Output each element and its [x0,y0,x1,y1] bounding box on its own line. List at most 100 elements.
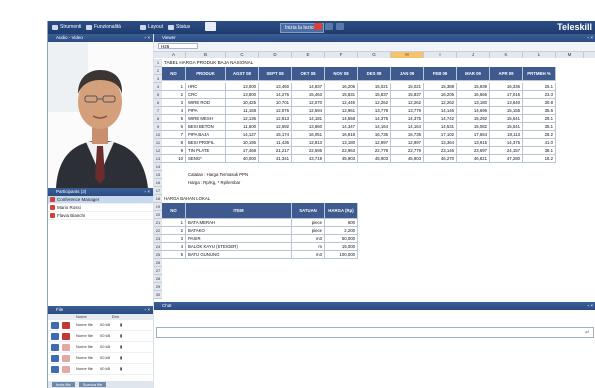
cell[interactable]: 15,292 [457,115,490,123]
cell[interactable]: 13,180 [325,139,358,147]
download-file-button[interactable]: Scarica file [78,382,107,387]
cell[interactable]: 3 [162,99,186,107]
cell[interactable]: m3 [292,235,325,243]
menu-strumenti[interactable]: Strumenti [52,24,81,30]
cell[interactable]: 23.3 [523,91,556,99]
cell[interactable]: 15,837 [358,91,391,99]
participant-item[interactable]: Conference Manager [48,196,153,204]
cell[interactable]: 17,016 [490,91,523,99]
cell[interactable]: 22,779 [391,147,424,155]
cell[interactable]: 46,270 [424,155,457,163]
row-header[interactable]: 19 [154,203,162,211]
cell[interactable]: 14,146 [424,107,457,115]
file-row[interactable]: Nome file 00 kB ▮ [48,364,153,375]
cell[interactable]: 12,262 [358,99,391,107]
row-header[interactable]: 22 [154,227,162,235]
column-header[interactable]: D [259,52,292,58]
cell[interactable]: 23,697 [457,147,490,155]
cell[interactable]: DES 08 [358,67,391,81]
cell[interactable]: 13,640 [490,99,523,107]
cell[interactable]: m [292,243,325,251]
download-icon[interactable]: ▮ [120,364,122,374]
cell[interactable]: 13,800 [226,91,259,99]
cell[interactable]: OKT 08 [292,67,325,81]
cell[interactable]: 14,375 [358,115,391,123]
cell[interactable]: 12,997 [391,139,424,147]
cell[interactable]: 14,837 [292,83,325,91]
row-header[interactable]: 18 [154,195,162,203]
cell[interactable]: HARGA BAHAN LOKAL [162,195,294,203]
row-header[interactable]: 15 [154,171,162,179]
cell[interactable]: 15,082 [457,123,490,131]
cell[interactable]: 35.6 [523,107,556,115]
cell[interactable]: 15,837 [391,91,424,99]
cell[interactable]: 14,558 [325,115,358,123]
column-header[interactable]: J [457,52,490,58]
column-header[interactable]: H [391,52,424,58]
cell[interactable]: 23,146 [424,147,457,155]
column-header[interactable]: K [490,52,523,58]
cell[interactable]: 14,531 [424,123,457,131]
cell[interactable]: 47,280 [490,155,523,163]
cell[interactable]: 16,735 [358,131,391,139]
cell[interactable]: 50,000 [325,235,358,243]
cell[interactable]: 28.2 [523,131,556,139]
cell[interactable]: FEB 09 [424,67,457,81]
row-header[interactable]: 29 [154,283,162,291]
cell[interactable]: 13,860 [292,123,325,131]
cell[interactable]: 12,070 [292,99,325,107]
panel-controls-icon[interactable]: ▫ × [588,302,593,310]
cell[interactable]: 13,000 [226,83,259,91]
cell[interactable]: 12,446 [325,99,358,107]
cell[interactable]: 12,136 [226,115,259,123]
stop-icon[interactable] [325,23,333,30]
cell[interactable]: NOV 08 [325,67,358,81]
cell[interactable]: 16,336 [490,83,523,91]
cell[interactable]: 13,779 [391,107,424,115]
cell[interactable]: 18,113 [490,131,523,139]
cell-reference-field[interactable]: H26 [158,43,198,49]
column-header[interactable]: I [424,52,457,58]
cell[interactable]: 14,375 [490,139,523,147]
cell[interactable]: 15,155 [490,107,523,115]
column-header[interactable]: G [358,52,391,58]
cell[interactable]: HARGA (Rp) [325,203,358,219]
row-header[interactable]: 16 [154,179,162,187]
cell[interactable]: CRC [186,91,226,99]
panel-controls-icon[interactable]: ▫ × [145,188,150,196]
cell[interactable]: 14,375 [391,115,424,123]
cell[interactable]: 16,566 [457,91,490,99]
row-header[interactable]: 24 [154,243,162,251]
cell[interactable]: 17,468 [226,147,259,155]
participant-item[interactable]: Mario Rossi [48,204,153,212]
download-icon[interactable]: ▮ [120,320,122,330]
row-header[interactable]: 27 [154,267,162,275]
row-header[interactable]: 4 [154,83,162,91]
cell[interactable]: 14,696 [457,107,490,115]
cell[interactable]: 16,051 [292,131,325,139]
cell[interactable]: 15,641 [490,115,523,123]
cell[interactable]: 45,903 [391,155,424,163]
row-header[interactable]: 7 [154,107,162,115]
cell[interactable]: 1 [162,219,186,227]
file-row[interactable]: Nome file 00 kB ▮ [48,320,153,331]
cell[interactable]: WIRE ROD [186,99,226,107]
cell[interactable]: HRC [186,83,226,91]
panel-controls-icon[interactable]: ▫ × [588,34,593,42]
cell[interactable]: 13,180 [457,99,490,107]
record-icon[interactable] [314,23,322,30]
cell[interactable]: BATU GUNUNG [186,251,292,259]
cell[interactable]: 15,174 [259,131,292,139]
cell[interactable]: 24,157 [490,147,523,155]
cell[interactable]: 13,460 [259,83,292,91]
cell[interactable]: NO [162,67,186,81]
cell[interactable]: 45,903 [325,155,358,163]
cell[interactable]: 12,594 [292,107,325,115]
cell[interactable]: 13,915 [457,139,490,147]
row-header[interactable]: 25 [154,251,162,259]
cell[interactable]: PIPA [186,107,226,115]
cell[interactable]: 41.0 [523,139,556,147]
cell[interactable]: 22,595 [292,147,325,155]
row-header[interactable]: 20 [154,211,162,219]
row-header[interactable]: 3 [154,75,162,83]
